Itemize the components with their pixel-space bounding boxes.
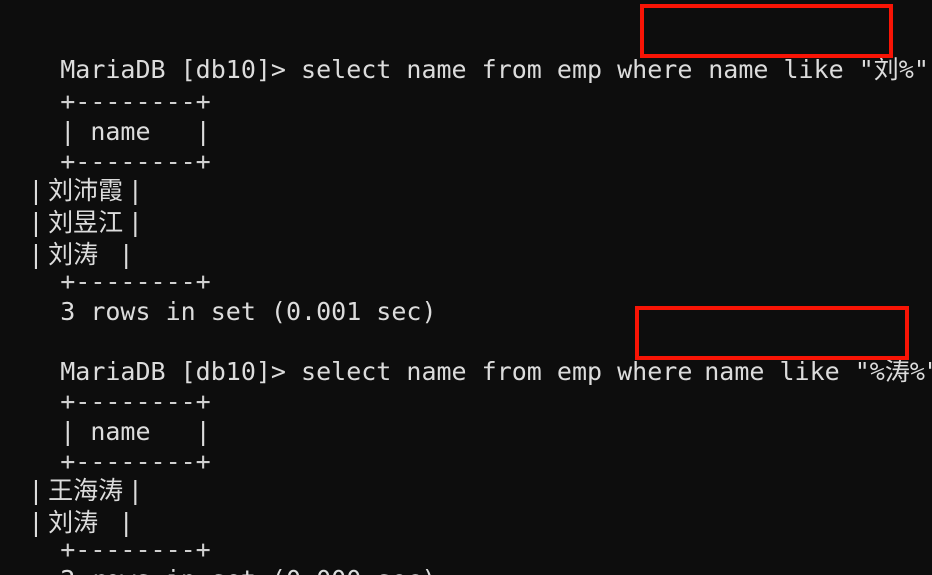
command-highlighted-1: name like "刘%"; — [648, 10, 932, 130]
like-clause-2: name like "%涛%"; — [704, 357, 932, 386]
like-clause-1: name like "刘%"; — [708, 55, 932, 84]
status-line-2: 2 rows in set (0.000 sec) — [0, 520, 436, 575]
terminal-window[interactable]: MariaDB [db10]> select name from emp whe… — [0, 0, 932, 575]
status-text: 2 rows in set (0.000 sec) — [60, 565, 436, 575]
command-highlighted-2: name like "%涛%"; — [644, 312, 932, 432]
